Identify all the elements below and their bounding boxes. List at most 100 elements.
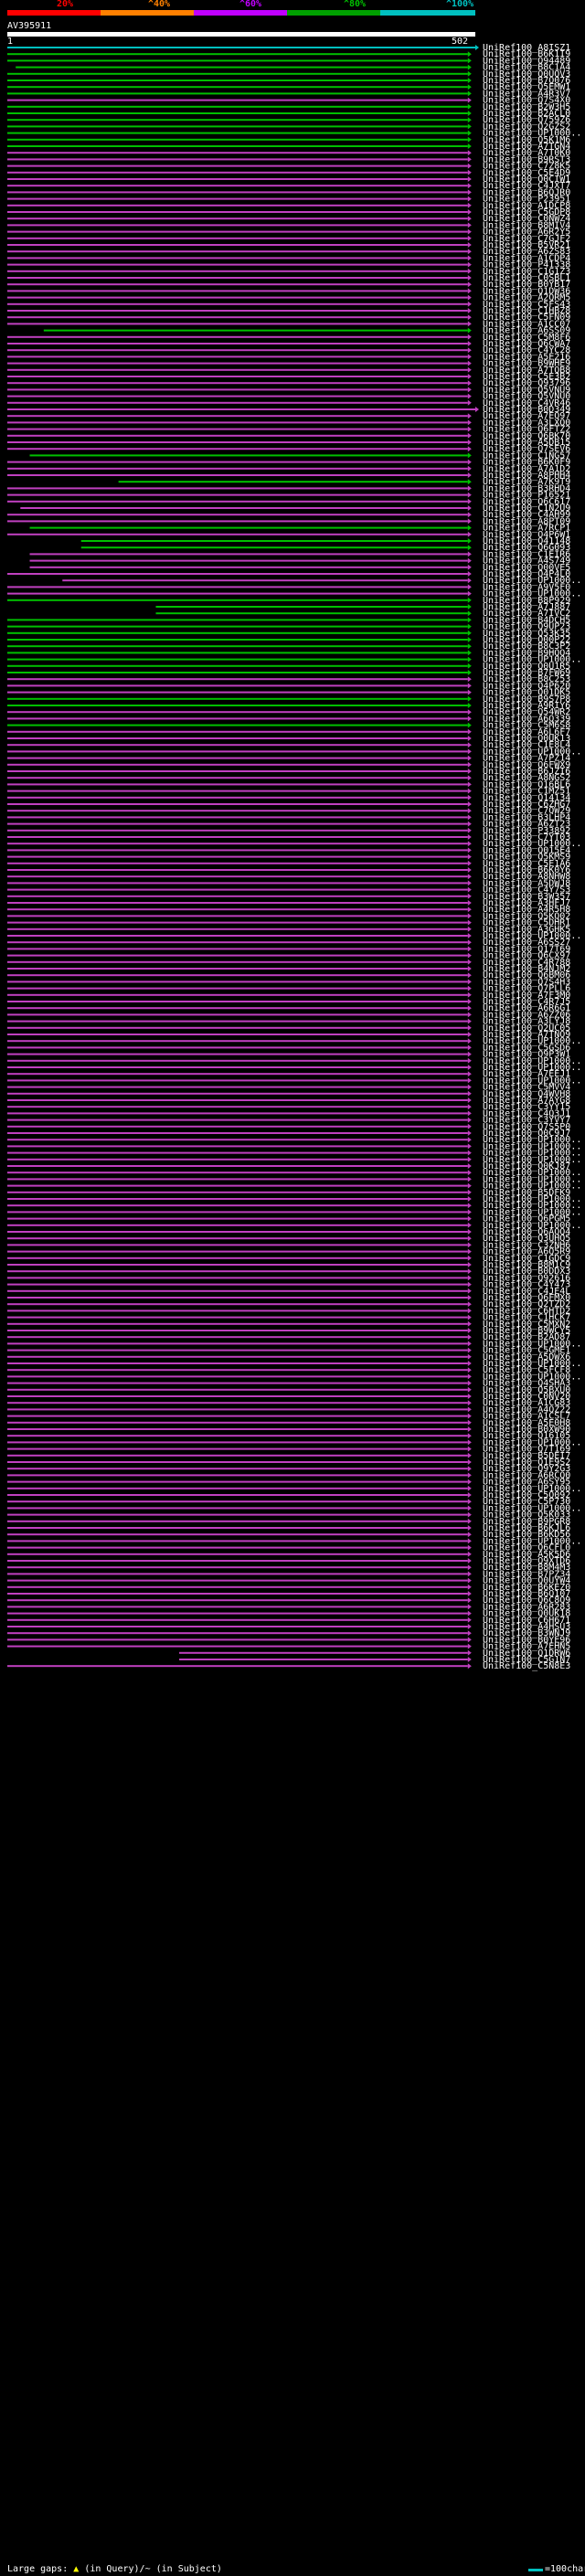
hit-end-arrow: [467, 867, 472, 873]
hit-end-arrow: [467, 900, 472, 906]
hit-line: [7, 1184, 468, 1187]
hit-line: [7, 691, 468, 694]
hit-line: [7, 211, 468, 213]
hit-line: [7, 730, 468, 733]
hit-end-arrow: [467, 1657, 472, 1662]
hit-line: [7, 803, 468, 805]
hit-end-arrow: [467, 321, 472, 327]
hit-end-arrow: [467, 1117, 472, 1123]
hit-line: [7, 1013, 468, 1016]
hit-line: [7, 935, 468, 937]
hit-end-arrow: [467, 946, 472, 952]
hit-end-arrow: [467, 1077, 472, 1084]
hit-end-arrow: [467, 446, 472, 452]
hit-line: [7, 678, 468, 681]
hit-line: [7, 500, 468, 503]
hit-line: [7, 783, 468, 786]
hit-end-arrow: [467, 505, 472, 511]
hit-end-arrow: [467, 827, 472, 833]
hit-line: [7, 1211, 468, 1214]
hit-line: [155, 606, 468, 608]
hit-end-arrow: [467, 1544, 472, 1551]
hit-end-arrow: [467, 1597, 472, 1604]
hit-end-arrow: [467, 663, 472, 669]
hit-line: [7, 902, 468, 904]
hit-end-arrow: [467, 84, 472, 90]
hit-end-arrow: [467, 874, 472, 880]
hit-line: [20, 507, 468, 509]
hit-end-arrow: [467, 1413, 472, 1419]
hit-line: [7, 237, 468, 239]
hit-line: [7, 1599, 468, 1602]
hit-end-arrow: [467, 1308, 472, 1314]
hit-line: [7, 1237, 468, 1240]
hit-line: [7, 1171, 468, 1174]
hit-line: [7, 816, 468, 819]
hit-line: [7, 619, 468, 621]
hit-line: [7, 164, 468, 167]
hit-end-arrow: [467, 1156, 472, 1162]
hit-end-arrow: [467, 1229, 472, 1235]
hit-line: [7, 125, 468, 128]
hit-end-arrow: [467, 169, 472, 175]
hit-end-arrow: [467, 156, 472, 163]
hit-end-arrow: [467, 926, 472, 932]
hit-line: [7, 1086, 468, 1088]
hit-line: [7, 1112, 468, 1115]
hit-end-arrow: [467, 275, 472, 281]
hit-line: [7, 1270, 468, 1273]
hit-end-arrow: [467, 136, 472, 143]
hit-line: [80, 546, 468, 549]
hit-end-arrow: [467, 1071, 472, 1077]
hit-line: [7, 1256, 468, 1259]
hit-end-arrow: [467, 1577, 472, 1584]
hit-line: [7, 1079, 468, 1082]
hit-end-arrow: [467, 1320, 472, 1327]
hit-line: [7, 1145, 468, 1148]
hit-end-arrow: [467, 1610, 472, 1617]
hit-end-arrow: [467, 294, 472, 301]
hit-line: [7, 1540, 468, 1542]
hit-line: [7, 1618, 468, 1621]
hit-line: [7, 908, 468, 911]
hit-end-arrow: [467, 1591, 472, 1596]
hit-line: [7, 586, 468, 588]
hit-line: [7, 1454, 468, 1457]
hit-end-arrow: [467, 933, 472, 938]
hit-end-arrow: [467, 748, 472, 755]
hit-end-arrow: [467, 150, 472, 156]
hit-line: [7, 461, 468, 463]
hit-end-arrow: [467, 1209, 472, 1215]
hit-end-arrow: [467, 419, 472, 426]
hit-line: [7, 1073, 468, 1076]
hit-line: [7, 1158, 468, 1161]
hit-line: [7, 270, 468, 272]
hit-line: [7, 993, 468, 996]
hit-line: [7, 1132, 468, 1134]
hit-end-arrow: [467, 1643, 472, 1649]
hit-end-arrow: [467, 781, 472, 788]
hit-end-arrow: [467, 1044, 472, 1051]
hit-line: [7, 1191, 468, 1193]
hit-line: [7, 520, 468, 523]
hit-end-arrow: [467, 979, 472, 985]
hit-end-arrow: [467, 479, 472, 485]
hit-line: [7, 99, 468, 101]
hit-line: [7, 105, 468, 108]
hit-end-arrow: [467, 1104, 472, 1110]
hit-line: [7, 349, 468, 352]
hit-line: [7, 388, 468, 391]
hit-end-arrow: [467, 769, 472, 774]
hit-end-arrow: [467, 1518, 472, 1524]
hit-end-arrow: [467, 643, 472, 650]
hit-line: [7, 1533, 468, 1536]
hit-end-arrow: [467, 966, 472, 971]
hit-line: [7, 1316, 468, 1319]
hit-line: [7, 1309, 468, 1312]
hit-end-arrow: [467, 755, 472, 761]
scale-label: =100char.: [545, 2564, 585, 2574]
hit-line: [7, 757, 468, 759]
hit-id[interactable]: UniRef100_C5N8E3: [483, 1661, 570, 1671]
hit-end-arrow: [467, 268, 472, 274]
hit-end-arrow: [467, 308, 472, 313]
